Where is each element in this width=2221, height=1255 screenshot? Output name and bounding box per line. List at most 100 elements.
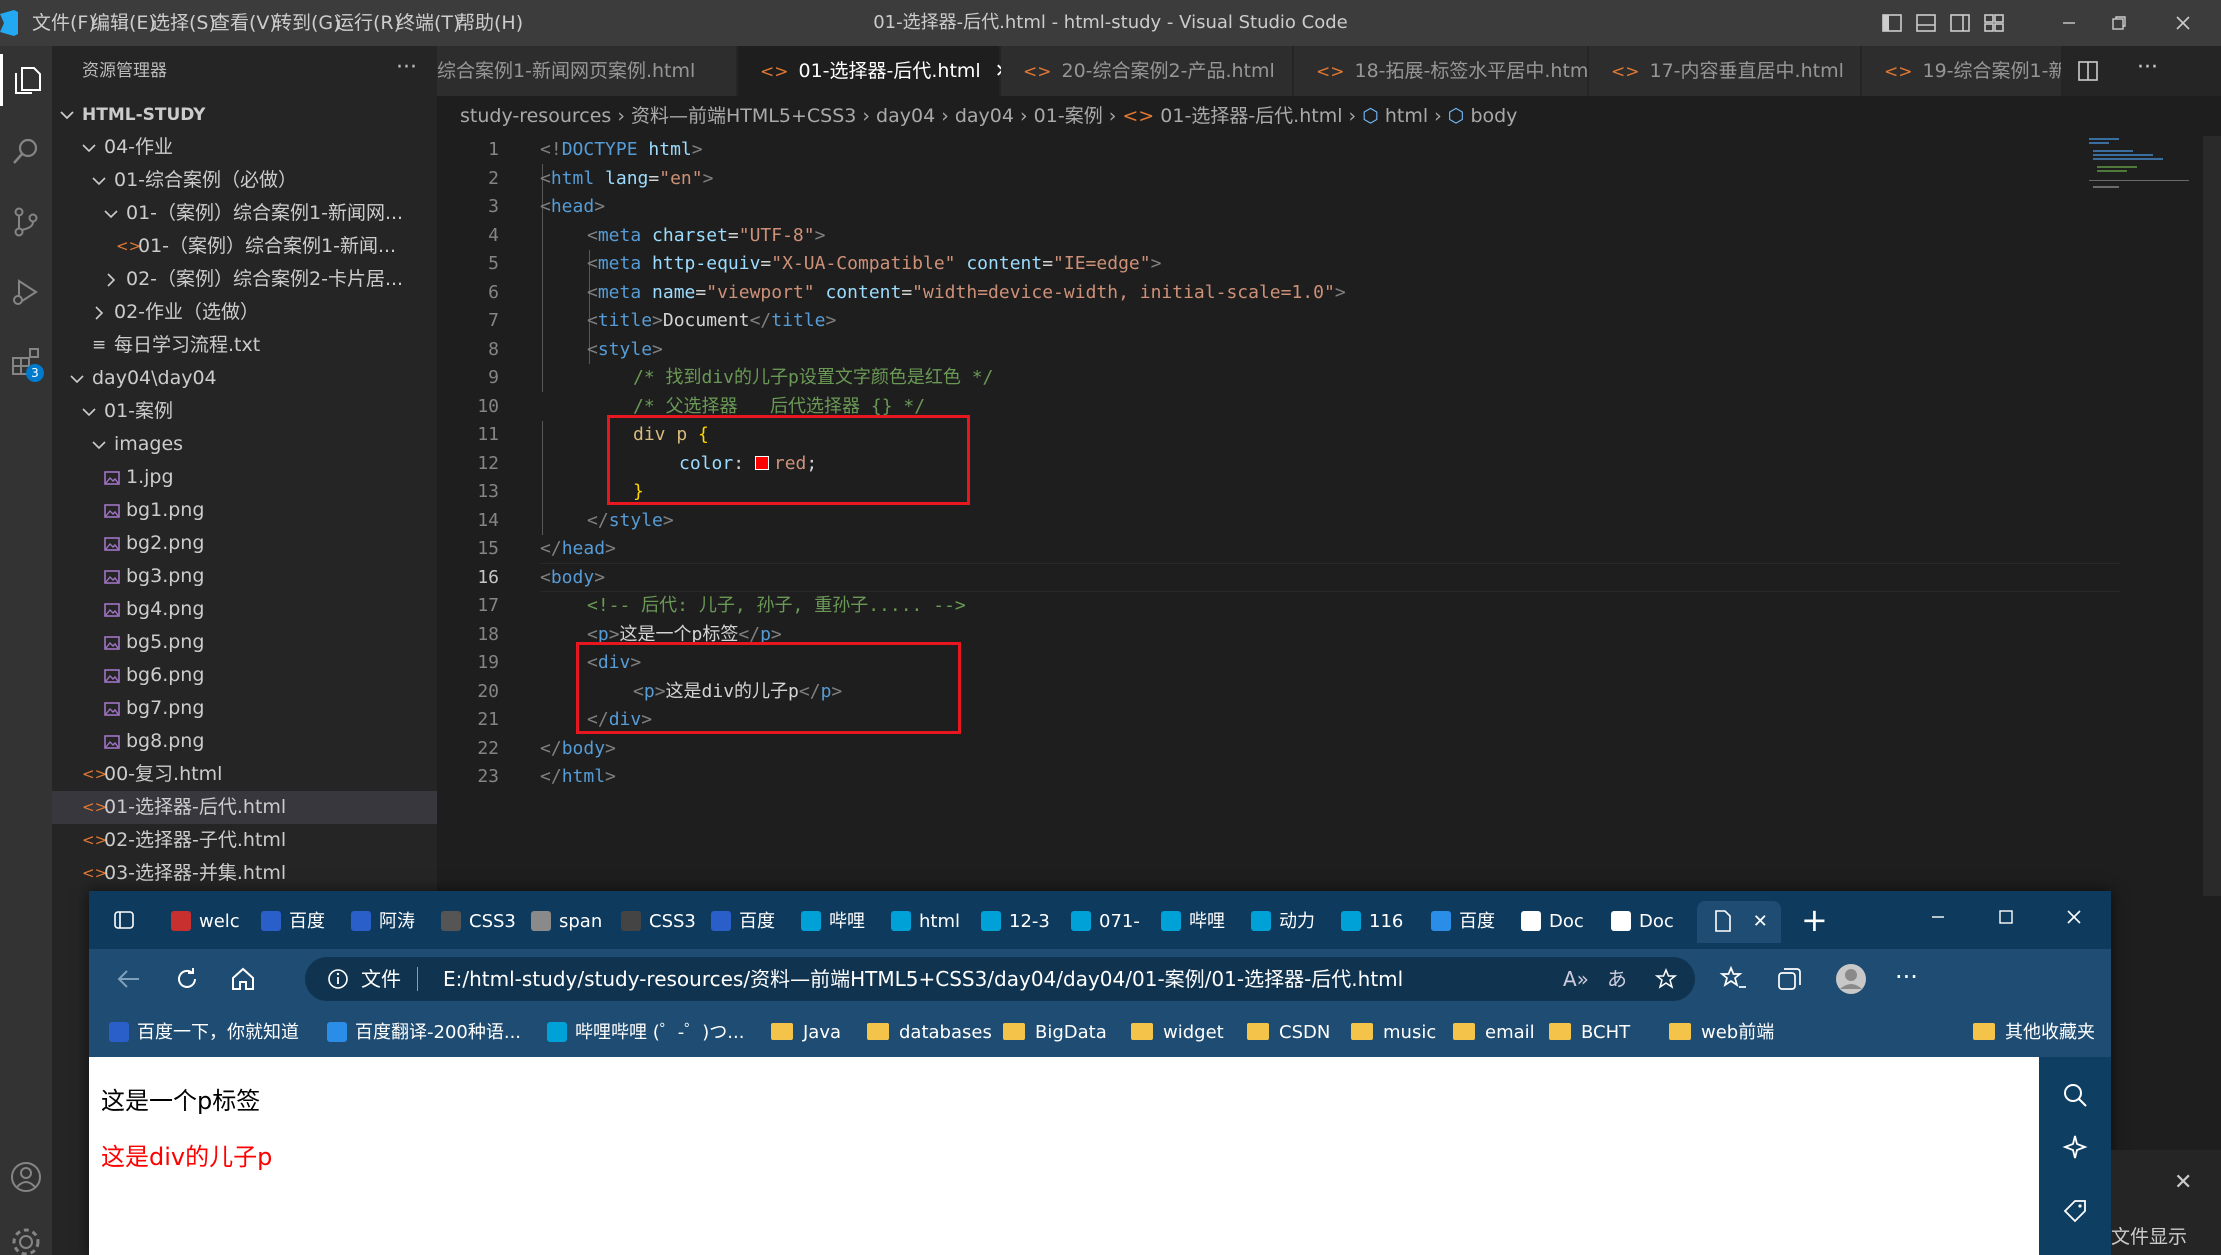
tab-news-case[interactable]: 综合案例1-新闻网页案例.html — [437, 46, 737, 96]
menu-view[interactable]: 查看(V) — [211, 0, 277, 46]
browser-tab[interactable]: 百度 — [1421, 901, 1507, 943]
tree-item[interactable]: <> 02-选择器-子代.html — [52, 824, 437, 857]
explorer-button[interactable] — [0, 54, 52, 106]
tab-product-case[interactable]: <> 20-综合案例2-产品.html — [1001, 46, 1293, 96]
favorite-item[interactable]: music — [1351, 1009, 1436, 1057]
tree-item[interactable]: <> 00-复习.html — [52, 758, 437, 791]
menu-edit[interactable]: 编辑(E) — [91, 0, 156, 46]
tree-item[interactable]: 04-作业 — [52, 131, 437, 164]
browser-tab[interactable]: 哔哩 — [791, 901, 877, 943]
tab-more-actions[interactable]: ··· — [2137, 46, 2158, 90]
breadcrumb-item[interactable]: html — [1385, 105, 1428, 127]
customize-layout-icon[interactable] — [1982, 11, 2006, 35]
browser-tab[interactable]: 116 — [1331, 901, 1417, 943]
address-bar[interactable]: 文件 E:/html-study/study-resources/资料—前端HT… — [305, 957, 1695, 1001]
collections-icon[interactable] — [1775, 965, 1803, 993]
extensions-button[interactable]: 3 — [0, 336, 52, 388]
browser-tab[interactable]: Doc — [1601, 901, 1687, 943]
browser-tab[interactable]: 百度 — [701, 901, 787, 943]
tree-item[interactable]: 01-（案例）综合案例1-新闻网... — [52, 197, 437, 230]
tree-item[interactable]: images — [52, 428, 437, 461]
breadcrumb-item[interactable]: 资料—前端HTML5+CSS3 — [631, 105, 856, 127]
browser-tab-active[interactable]: ✕ — [1697, 901, 1781, 943]
breadcrumb-item[interactable]: body — [1470, 105, 1517, 127]
browser-tab[interactable]: span — [521, 901, 607, 943]
favorite-item[interactable]: widget — [1131, 1009, 1224, 1057]
favorite-item[interactable]: BigData — [1003, 1009, 1107, 1057]
close-tab-icon[interactable]: ✕ — [1753, 911, 1768, 932]
more-actions-button[interactable]: ··· — [396, 46, 417, 96]
notification-close-icon[interactable]: ✕ — [2174, 1170, 2192, 1195]
browser-maximize-button[interactable] — [1977, 897, 2035, 937]
breadcrumb-item[interactable]: day04 — [876, 105, 935, 127]
manage-button[interactable] — [0, 1216, 52, 1255]
source-control-button[interactable] — [0, 196, 52, 248]
tree-item[interactable]: <> 01-选择器-后代.html — [52, 791, 437, 824]
browser-tab[interactable]: 动力 — [1241, 901, 1327, 943]
tree-item[interactable]: day04\day04 — [52, 362, 437, 395]
restore-button[interactable] — [2090, 0, 2148, 46]
accounts-button[interactable] — [0, 1151, 52, 1203]
tree-item[interactable]: bg6.png — [52, 659, 437, 692]
toggle-sidebar-icon[interactable] — [1880, 11, 1904, 35]
sidebar-search-button[interactable] — [2057, 1077, 2093, 1113]
toggle-secondary-sidebar-icon[interactable] — [1948, 11, 1972, 35]
tree-item[interactable]: 01-案例 — [52, 395, 437, 428]
menu-selection[interactable]: 选择(S) — [151, 0, 216, 46]
workspace-section-header[interactable]: HTML-STUDY — [52, 100, 437, 130]
tree-item[interactable]: 1.jpg — [52, 461, 437, 494]
close-window-button[interactable] — [2154, 0, 2212, 46]
favorite-item[interactable]: BCHT — [1549, 1009, 1630, 1057]
breadcrumb-item[interactable]: study-resources — [460, 105, 611, 127]
tree-item[interactable]: <> 03-选择器-并集.html — [52, 857, 437, 890]
tree-item[interactable]: <> 01-（案例）综合案例1-新闻... — [52, 230, 437, 263]
profile-avatar-icon[interactable] — [1835, 963, 1867, 995]
tree-item[interactable]: bg8.png — [52, 725, 437, 758]
add-favorite-icon[interactable] — [1655, 968, 1677, 990]
address-url[interactable]: E:/html-study/study-resources/资料—前端HTML5… — [443, 957, 1403, 1001]
run-debug-button[interactable] — [0, 266, 52, 318]
browser-tab[interactable]: Doc — [1511, 901, 1597, 943]
menu-file[interactable]: 文件(F) — [32, 0, 96, 46]
tree-item[interactable]: 02-作业（选做） — [52, 296, 437, 329]
favorite-item[interactable]: web前端 — [1669, 1009, 1774, 1057]
refresh-icon[interactable] — [173, 965, 201, 993]
breadcrumb-item[interactable]: day04 — [955, 105, 1014, 127]
tab-vertical-center[interactable]: <> 17-内容垂直居中.html — [1589, 46, 1861, 96]
read-aloud-icon[interactable]: A» — [1563, 957, 1589, 1001]
tree-item[interactable]: bg1.png — [52, 494, 437, 527]
tree-item[interactable]: bg4.png — [52, 593, 437, 626]
tree-item[interactable]: bg2.png — [52, 527, 437, 560]
breadcrumb-item[interactable]: 01-选择器-后代.html — [1160, 105, 1342, 127]
tree-item[interactable]: 02-（案例）综合案例2-卡片居... — [52, 263, 437, 296]
menu-go[interactable]: 转到(G) — [273, 0, 341, 46]
settings-more-icon[interactable]: ··· — [1895, 955, 1918, 999]
other-favorites-button[interactable]: 其他收藏夹 — [1973, 1009, 2095, 1057]
split-editor-icon[interactable] — [2077, 60, 2099, 82]
favorite-item[interactable]: Java — [771, 1009, 841, 1057]
favorite-item[interactable]: 百度一下，你就知道 — [109, 1009, 299, 1057]
favorite-item[interactable]: databases — [867, 1009, 992, 1057]
toggle-panel-icon[interactable] — [1914, 11, 1938, 35]
tab-news-case-2[interactable]: <> 19-综合案例1-新闻 — [1862, 46, 2062, 96]
browser-tab[interactable]: html — [881, 901, 967, 943]
browser-tab[interactable]: welc — [161, 901, 247, 943]
browser-tab[interactable]: 12-3 — [971, 901, 1057, 943]
browser-tab[interactable]: CSS3 — [431, 901, 517, 943]
tree-item[interactable]: bg7.png — [52, 692, 437, 725]
breadcrumb-item[interactable]: 01-案例 — [1034, 105, 1103, 127]
tree-item[interactable]: 01-综合案例（必做） — [52, 164, 437, 197]
search-button[interactable] — [0, 126, 52, 178]
browser-tab[interactable]: 哔哩 — [1151, 901, 1237, 943]
browser-tab[interactable]: CSS3 — [611, 901, 697, 943]
new-tab-button[interactable]: + — [1801, 899, 1828, 941]
favorite-item[interactable]: email — [1453, 1009, 1535, 1057]
favorite-item[interactable]: CSDN — [1247, 1009, 1330, 1057]
favorites-icon[interactable] — [1719, 965, 1747, 993]
info-icon[interactable] — [327, 968, 349, 990]
browser-tab[interactable]: 阿涛 — [341, 901, 427, 943]
menu-run[interactable]: 运行(R) — [335, 0, 401, 46]
tree-item[interactable]: ≡ 每日学习流程.txt — [52, 329, 437, 362]
favorite-item[interactable]: 百度翻译-200种语... — [327, 1009, 521, 1057]
browser-close-button[interactable] — [2045, 897, 2103, 937]
